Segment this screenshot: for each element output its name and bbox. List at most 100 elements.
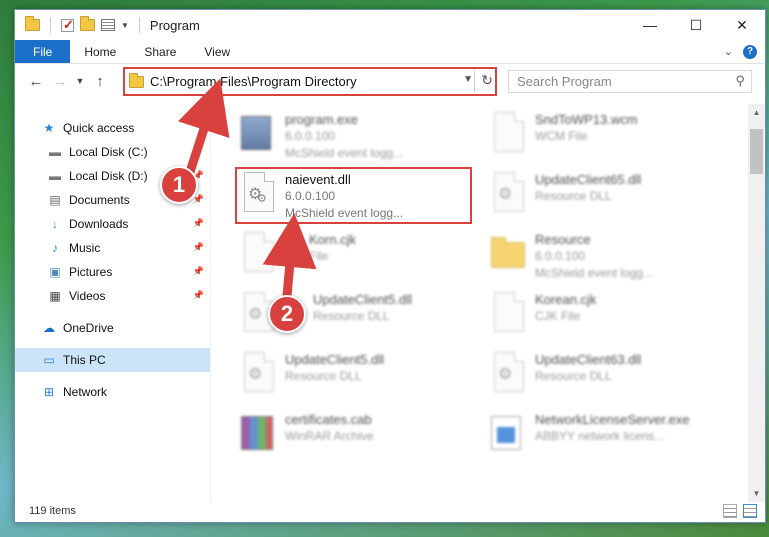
toolbar-divider	[138, 17, 140, 33]
sidebar-item-pictures[interactable]: ▣ Pictures 📌	[15, 260, 210, 284]
customize-toolbar-chevron-icon[interactable]: ▼	[121, 21, 129, 30]
dll-icon: ⚙	[491, 172, 527, 216]
sidebar-item-quick-access[interactable]: ★ Quick access	[15, 116, 210, 140]
dll-icon: ⚙	[491, 352, 527, 396]
file-name: UpdateClient65.dll	[535, 172, 642, 187]
file-item-updateclient65-dll[interactable]: ⚙ UpdateClient65.dll Resource DLL	[483, 168, 723, 224]
file-name: Korn.cjk	[309, 232, 356, 247]
scroll-up-icon[interactable]: ▲	[748, 104, 765, 121]
search-input[interactable]: Search Program ⚲	[508, 70, 752, 93]
file-detail: ABBYY network licens...	[535, 429, 665, 443]
file-item-certificates-cab[interactable]: certificates.cab WinRAR Archive	[233, 408, 473, 464]
ribbon-tabs: File Home Share View ⌄ ?	[15, 40, 765, 64]
refresh-icon[interactable]: ↻	[481, 72, 493, 89]
music-icon: ♪	[52, 241, 58, 255]
sidebar-item-downloads[interactable]: ↓ Downloads 📌	[15, 212, 210, 236]
sidebar-item-label: This PC	[63, 353, 106, 367]
search-icon[interactable]: ⚲	[735, 73, 745, 89]
documents-icon: ▤	[49, 193, 61, 207]
file-name: program.exe	[285, 112, 358, 127]
star-icon: ★	[43, 121, 55, 135]
sidebar-item-label: Downloads	[69, 217, 129, 231]
tab-share[interactable]: Share	[130, 40, 190, 63]
folder-shape	[491, 237, 525, 268]
computer-icon: ▭	[43, 353, 55, 367]
navigation-pane: ★ Quick access ▬ Local Disk (C:) 📌 ▬ Loc…	[15, 104, 211, 502]
file-detail: WCM File	[535, 129, 588, 143]
address-bar[interactable]: C:\Program Files\Program Directory ▼ ↻	[123, 67, 497, 96]
up-button[interactable]: ↑	[89, 70, 111, 92]
sidebar-item-label: Documents	[69, 193, 130, 207]
tab-file[interactable]: File	[15, 40, 71, 63]
tab-home[interactable]: Home	[70, 40, 130, 63]
file-detail: 6.0.0.100	[285, 129, 336, 143]
new-folder-icon[interactable]	[80, 16, 95, 31]
file-item-program-exe[interactable]: program.exe 6.0.0.100 McShield event logg.…	[233, 108, 473, 164]
back-button[interactable]: ←	[25, 70, 47, 92]
videos-icon: ▦	[49, 289, 61, 303]
file-icon-exe	[241, 112, 277, 156]
document-icon	[494, 112, 524, 152]
sidebar-item-onedrive[interactable]: ☁ OneDrive	[15, 316, 210, 340]
address-history-chevron-icon[interactable]: ▼	[463, 74, 473, 85]
window-controls: — ☐ ✕	[627, 10, 765, 40]
download-icon: ↓	[52, 217, 58, 231]
sidebar-item-music[interactable]: ♪ Music 📌	[15, 236, 210, 260]
file-item-sndtowp13-wcm[interactable]: SndToWP13.wcm WCM File	[483, 108, 723, 164]
file-item-korn-cjk[interactable]: Korn.cjk File	[233, 228, 473, 284]
details-view-icon[interactable]	[723, 504, 737, 518]
properties-check-icon[interactable]	[61, 17, 74, 33]
scroll-thumb[interactable]	[750, 129, 763, 174]
address-path[interactable]: C:\Program Files\Program Directory	[150, 74, 357, 89]
pin-icon[interactable]: 📌	[193, 218, 204, 229]
recent-locations-chevron-icon[interactable]: ▼	[73, 70, 87, 92]
sidebar-item-this-pc[interactable]: ▭ This PC	[15, 348, 210, 372]
sidebar-item-videos[interactable]: ▦ Videos 📌	[15, 284, 210, 308]
sidebar-item-local-disk-c[interactable]: ▬ Local Disk (C:) 📌	[15, 140, 210, 164]
file-detail: CJK File	[535, 309, 581, 323]
title-bar: ▼ Program — ☐ ✕	[15, 10, 765, 40]
document-icon	[244, 232, 274, 272]
network-icon: ⊞	[43, 385, 55, 399]
pin-icon[interactable]: 📌	[193, 146, 204, 157]
file-name: Korean.cjk	[535, 292, 597, 307]
maximize-button[interactable]: ☐	[673, 10, 719, 40]
drive-icon: ▬	[49, 169, 61, 183]
file-name: UpdateClient5.dll	[313, 292, 413, 307]
file-item-networklicenseserver-exe[interactable]: NetworkLicenseServer.exe ABBYY network li…	[483, 408, 723, 464]
close-button[interactable]: ✕	[719, 10, 765, 40]
properties-icon[interactable]	[101, 19, 115, 31]
sidebar-item-label: OneDrive	[63, 321, 114, 335]
tiles-view-icon[interactable]	[743, 504, 757, 518]
sidebar-item-label: Network	[63, 385, 108, 399]
minimize-button[interactable]: —	[627, 10, 673, 40]
ribbon-right-controls: ⌄ ?	[724, 40, 765, 63]
pin-icon[interactable]: 📌	[193, 290, 204, 301]
sidebar-item-label: Local Disk (D:)	[69, 169, 148, 183]
pin-icon[interactable]: 📌	[193, 266, 204, 277]
toolbar-divider	[50, 17, 51, 33]
help-icon[interactable]: ?	[743, 44, 757, 59]
application-icon	[491, 416, 521, 450]
sidebar-item-network[interactable]: ⊞ Network	[15, 380, 210, 404]
file-icon	[241, 232, 277, 276]
file-detail: Resource DLL	[535, 189, 612, 203]
expand-ribbon-chevron-icon[interactable]: ⌄	[724, 45, 733, 58]
file-item-updateclient63-dll[interactable]: ⚙ UpdateClient63.dll Resource DLL	[483, 348, 723, 404]
file-item-resource-folder[interactable]: Resource 6.0.0.100 McShield event logg...	[483, 228, 723, 284]
tab-view[interactable]: View	[190, 40, 244, 63]
drive-icon: ▬	[49, 145, 61, 159]
folder-icon	[491, 232, 527, 276]
folder-icon	[25, 16, 40, 31]
quick-access-toolbar: ▼	[25, 16, 144, 33]
file-item-korean-cjk[interactable]: Korean.cjk CJK File	[483, 288, 723, 344]
forward-button[interactable]: →	[49, 70, 71, 92]
explorer-window: ▼ Program — ☐ ✕ File Home Share View ⌄ ?…	[14, 9, 766, 523]
pin-icon[interactable]: 📌	[193, 242, 204, 253]
file-item-updateclient5-dll-2[interactable]: ⚙ UpdateClient5.dll Resource DLL	[233, 348, 473, 404]
vertical-scrollbar[interactable]: ▲ ▼	[748, 104, 765, 502]
file-icon	[491, 112, 527, 156]
exe-icon	[491, 412, 527, 456]
file-name: NetworkLicenseServer.exe	[535, 412, 690, 427]
gear-icon: ⚙	[248, 366, 263, 383]
